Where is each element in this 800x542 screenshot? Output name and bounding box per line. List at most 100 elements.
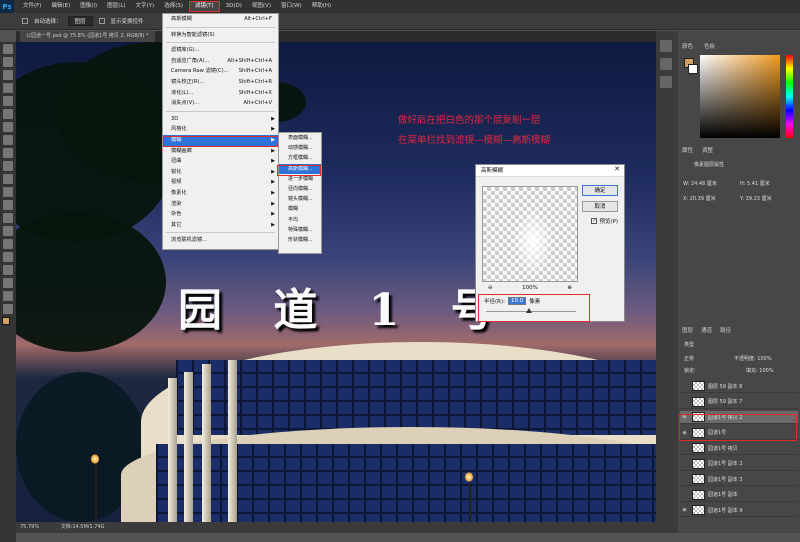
x-field[interactable]: X: 20.39 厘米 — [683, 195, 716, 202]
filter-menu-item[interactable]: Camera Raw 滤镜(C)... Shift+Ctrl+A — [163, 66, 278, 77]
filter-menu-item[interactable]: 像素化 ▶ — [163, 188, 278, 199]
filter-menu-item[interactable]: 风格化 ▶ — [163, 124, 278, 135]
layer-row[interactable]: ◉ 园道1号 副本 9 — [680, 504, 798, 517]
zoom-tool-icon[interactable] — [3, 291, 13, 301]
brush-panel-icon[interactable] — [660, 76, 672, 88]
layer-row[interactable]: 园道1号 副本 2 — [680, 458, 798, 471]
pen-tool-icon[interactable] — [3, 226, 13, 236]
filter-menu-item[interactable]: 视频 ▶ — [163, 177, 278, 188]
tab-paths[interactable]: 路径 — [720, 326, 731, 334]
blur-submenu-item[interactable]: 形状模糊... — [279, 235, 321, 245]
history-brush-tool-icon[interactable] — [3, 161, 13, 171]
menu-select[interactable]: 选择(S) — [159, 0, 188, 13]
healing-tool-icon[interactable] — [3, 122, 13, 132]
filter-menu-item[interactable]: 滤镜库(G)... — [163, 45, 278, 56]
ok-button[interactable]: 确定 — [582, 185, 618, 196]
color-swatches[interactable] — [2, 317, 14, 333]
tab-swatches[interactable]: 色板 — [704, 42, 715, 50]
filter-menu-item[interactable]: 自适应广角(A)... Alt+Shift+Ctrl+A — [163, 56, 278, 67]
dodge-tool-icon[interactable] — [3, 213, 13, 223]
close-icon[interactable]: ✕ — [614, 165, 620, 173]
filter-menu-item[interactable]: 浏览联机滤镜... — [163, 235, 278, 246]
layer-row[interactable]: 图层 59 副本 7 — [680, 396, 798, 409]
filter-menu-item[interactable]: 扭曲 ▶ — [163, 156, 278, 167]
blur-tool-icon[interactable] — [3, 200, 13, 210]
tab-channels[interactable]: 通道 — [701, 326, 712, 334]
menu-type[interactable]: 文字(Y) — [131, 0, 160, 13]
y-field[interactable]: Y: 39.23 厘米 — [740, 195, 772, 202]
type-tool-icon[interactable] — [3, 239, 13, 249]
quick-select-tool-icon[interactable] — [3, 83, 13, 93]
history-panel-icon[interactable] — [660, 40, 672, 52]
layer-row[interactable]: 园道1号 副本 3 — [680, 473, 798, 486]
layer-row[interactable]: 园道1号 拷贝 — [680, 442, 798, 455]
filter-menu-item[interactable]: 其它 ▶ — [163, 220, 278, 231]
filter-menu-item[interactable]: 模糊画廊 ▶ — [163, 146, 278, 157]
filter-menu-item[interactable]: 消失点(V)... Alt+Ctrl+V — [163, 98, 278, 109]
blur-preview[interactable] — [482, 186, 578, 282]
document-tab[interactable]: 公园道一号.psd @ 75.8% (园道1号 拷贝 2, RGB/8) * — [20, 31, 155, 42]
filter-menu-item[interactable]: 液化(L)... Shift+Ctrl+X — [163, 88, 278, 99]
tab-properties[interactable]: 属性 — [682, 146, 693, 154]
menu-layer[interactable]: 图层(L) — [102, 0, 130, 13]
filter-menu-item[interactable]: 镜头校正(R)... Shift+Ctrl+R — [163, 77, 278, 88]
tab-color[interactable]: 颜色 — [682, 42, 693, 50]
layer-row[interactable]: 图层 59 副本 8 — [680, 380, 798, 393]
filter-menu-item[interactable]: 3D ▶ — [163, 114, 278, 125]
marquee-tool-icon[interactable] — [3, 57, 13, 67]
auto-select-checkbox[interactable] — [22, 18, 28, 24]
menu-window[interactable]: 窗口(W) — [276, 0, 307, 13]
blur-submenu-item[interactable]: 平均 — [279, 215, 321, 225]
zoom-in-icon[interactable]: ⊕ — [567, 285, 572, 291]
menu-3d[interactable]: 3D(D) — [221, 0, 247, 13]
menu-filter[interactable]: 滤镜(T) — [188, 1, 220, 12]
height-field[interactable]: H: 5.41 厘米 — [740, 180, 770, 187]
eraser-tool-icon[interactable] — [3, 174, 13, 184]
shape-tool-icon[interactable] — [3, 265, 13, 275]
menu-file[interactable]: 文件(F) — [18, 0, 46, 13]
blend-mode-select[interactable]: 正常 — [684, 355, 694, 362]
color-picker-field[interactable] — [700, 55, 780, 138]
lasso-tool-icon[interactable] — [3, 70, 13, 80]
zoom-status[interactable]: 75.79% — [20, 524, 39, 530]
filter-menu-item[interactable]: 渲染 ▶ — [163, 199, 278, 210]
filter-menu-item[interactable]: 转换为智能滤镜(S) — [163, 30, 278, 41]
fill-field[interactable]: 填充: 100% — [746, 367, 774, 374]
blur-submenu-item[interactable]: 动感模糊... — [279, 143, 321, 153]
blur-submenu-item[interactable]: 模糊 — [279, 204, 321, 214]
preview-checkbox[interactable]: ✓ — [591, 218, 598, 224]
preview-option[interactable]: ✓ 预览(P) — [591, 217, 618, 225]
bg-swatch[interactable] — [688, 64, 698, 74]
layer-row[interactable]: 园道1号 副本 — [680, 489, 798, 502]
show-transform-checkbox[interactable] — [98, 18, 105, 24]
menu-view[interactable]: 视图(V) — [247, 0, 276, 13]
path-select-tool-icon[interactable] — [3, 252, 13, 262]
opacity-field[interactable]: 不透明度: 100% — [734, 355, 772, 362]
gradient-tool-icon[interactable] — [3, 187, 13, 197]
menu-image[interactable]: 图像(I) — [75, 0, 102, 13]
tab-adjustments[interactable]: 调整 — [702, 146, 713, 154]
menu-help[interactable]: 帮助(H) — [307, 0, 336, 13]
cancel-button[interactable]: 取消 — [582, 201, 618, 212]
filter-menu-item[interactable]: 杂色 ▶ — [163, 209, 278, 220]
brush-tool-icon[interactable] — [3, 135, 13, 145]
stamp-tool-icon[interactable] — [3, 148, 13, 158]
blur-submenu-item[interactable]: 表面模糊... — [279, 133, 321, 143]
menu-edit[interactable]: 编辑(E) — [46, 0, 75, 13]
adjust-panel-icon[interactable] — [660, 58, 672, 70]
hue-slider[interactable] — [786, 55, 793, 138]
blur-submenu-item[interactable]: 径向模糊... — [279, 184, 321, 194]
blur-submenu-item[interactable]: 镜头模糊... — [279, 194, 321, 204]
filter-menu-item[interactable]: 高斯模糊 Alt+Ctrl+F — [163, 14, 278, 25]
layer-kind-filter[interactable]: 类型 — [684, 341, 694, 348]
crop-tool-icon[interactable] — [3, 96, 13, 106]
zoom-out-icon[interactable]: ⊖ — [488, 285, 493, 291]
blur-submenu-item[interactable]: 特殊模糊... — [279, 225, 321, 235]
eye-icon[interactable]: ◉ — [680, 507, 689, 513]
foreground-color-swatch[interactable] — [2, 317, 10, 325]
width-field[interactable]: W: 24.48 厘米 — [683, 180, 717, 187]
more-tools-icon[interactable] — [3, 304, 13, 314]
hand-tool-icon[interactable] — [3, 278, 13, 288]
move-tool-icon[interactable] — [3, 44, 13, 54]
blur-submenu-item[interactable]: 方框模糊... — [279, 153, 321, 163]
